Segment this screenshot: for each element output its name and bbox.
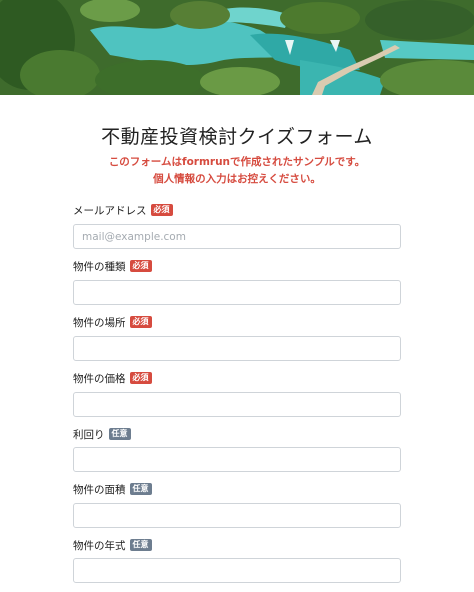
property-area-field[interactable] <box>73 503 401 528</box>
building-year-field[interactable] <box>73 558 401 583</box>
form-title: 不動産投資検討クイズフォーム <box>101 126 373 148</box>
waterfall-lake-photo <box>0 0 474 95</box>
field-label-text: 物件の年式 <box>73 539 126 552</box>
field-label-text: 物件の面積 <box>73 483 126 496</box>
property-price-field[interactable] <box>73 392 401 417</box>
yield-field[interactable] <box>73 447 401 472</box>
required-badge: 必須 <box>129 316 152 328</box>
property-type-field[interactable] <box>73 280 401 305</box>
optional-badge: 任意 <box>129 539 152 551</box>
optional-badge: 任意 <box>108 428 131 440</box>
email-label: メールアドレス 必須 <box>73 203 173 217</box>
required-badge: 必須 <box>129 372 152 384</box>
required-badge: 必須 <box>150 204 173 216</box>
property-location-label: 物件の場所 必須 <box>73 315 152 329</box>
sample-notice: このフォームはformrunで作成されたサンプルです。 <box>108 156 366 168</box>
field-label-text: メールアドレス <box>73 204 147 217</box>
privacy-notice: 個人情報の入力はお控えください。 <box>153 173 321 185</box>
email-field[interactable] <box>73 224 401 249</box>
field-label-text: 物件の種類 <box>73 260 126 273</box>
property-area-label: 物件の面積 任意 <box>73 482 152 496</box>
building-year-label: 物件の年式 任意 <box>73 538 152 552</box>
property-location-field[interactable] <box>73 336 401 361</box>
yield-label: 利回り 任意 <box>73 427 131 441</box>
optional-badge: 任意 <box>129 483 152 495</box>
field-label-text: 利回り <box>73 428 105 441</box>
property-price-label: 物件の価格 必須 <box>73 371 152 385</box>
required-badge: 必須 <box>129 260 152 272</box>
field-label-text: 物件の場所 <box>73 316 126 329</box>
header-photo <box>0 0 474 95</box>
property-type-label: 物件の種類 必須 <box>73 259 152 273</box>
field-label-text: 物件の価格 <box>73 372 126 385</box>
